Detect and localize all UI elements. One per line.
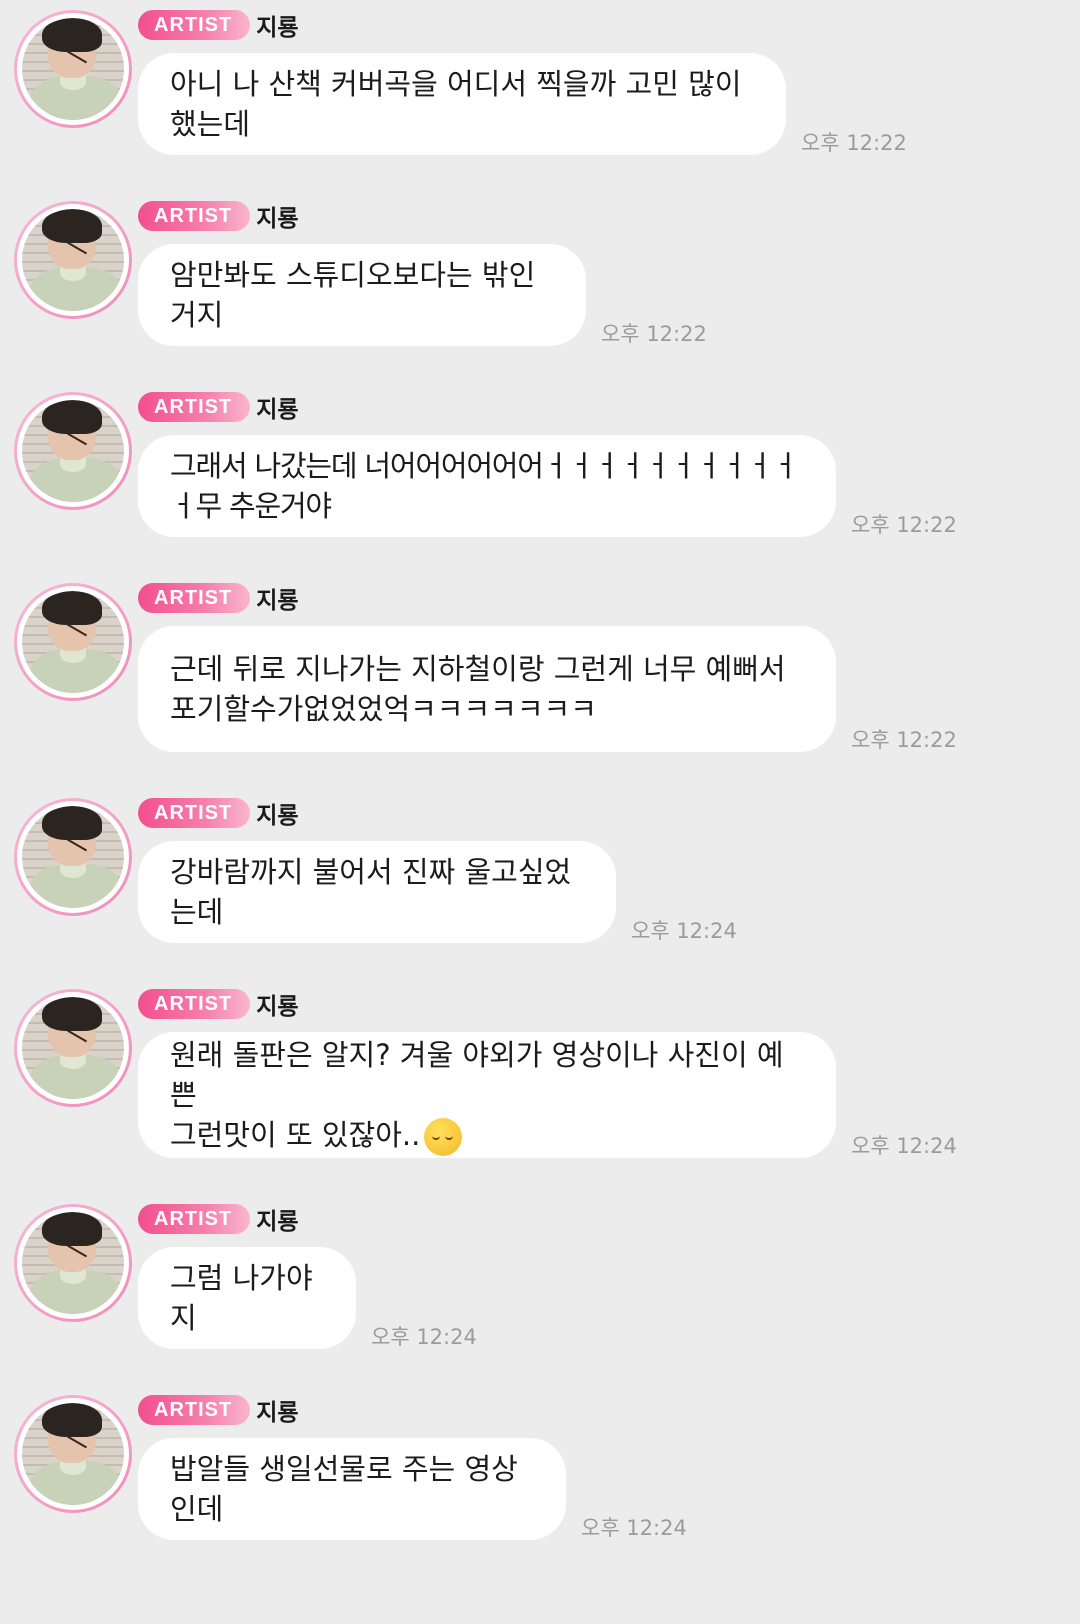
message-time: 오후 12:24 (581, 1516, 687, 1540)
artist-badge: ARTIST (138, 201, 251, 231)
message-time: 오후 12:22 (801, 131, 907, 155)
message-text: 암만봐도 스튜디오보다는 밖인거지 (170, 258, 536, 332)
artist-avatar[interactable] (14, 798, 132, 916)
message-bubble[interactable]: 밥알들 생일선물로 주는 영상인데 (138, 1438, 566, 1540)
sender-name: 지룡 (256, 397, 299, 423)
message-item: ARTIST 지룡 근데 뒤로 지나가는 지하철이랑 그런게 너무 예뻐서 포기… (0, 573, 1080, 788)
message-time: 오후 12:22 (851, 513, 957, 537)
message-bubble[interactable]: 아니 나 산책 커버곡을 어디서 찍을까 고민 많이했는데 (138, 53, 786, 155)
message-time: 오후 12:24 (371, 1325, 477, 1349)
message-item: ARTIST 지룡 아니 나 산책 커버곡을 어디서 찍을까 고민 많이했는데 … (0, 0, 1080, 191)
artist-badge: ARTIST (138, 10, 251, 40)
artist-avatar[interactable] (14, 392, 132, 510)
message-item: ARTIST 지룡 밥알들 생일선물로 주는 영상인데 오후 12:24 (0, 1385, 1080, 1576)
message-item: ARTIST 지룡 그래서 나갔는데 너어어어어어어ㅓㅓㅓㅓㅓㅓㅓㅓㅓㅓㅓ무 추… (0, 382, 1080, 573)
artist-avatar[interactable] (14, 1204, 132, 1322)
artist-badge: ARTIST (138, 989, 251, 1019)
artist-avatar[interactable] (14, 583, 132, 701)
chat-thread: ARTIST 지룡 아니 나 산책 커버곡을 어디서 찍을까 고민 많이했는데 … (0, 0, 1080, 1624)
sender-meta: ARTIST 지룡 (138, 581, 299, 615)
sender-name: 지룡 (256, 1400, 299, 1426)
message-item: ARTIST 지룡 원래 돌판은 알지? 겨울 야외가 영상이나 사진이 예쁜 … (0, 979, 1080, 1194)
sender-meta: ARTIST 지룡 (138, 796, 299, 830)
sender-meta: ARTIST 지룡 (138, 1202, 299, 1236)
message-time: 오후 12:22 (851, 728, 957, 752)
artist-badge: ARTIST (138, 798, 251, 828)
sender-meta: ARTIST 지룡 (138, 390, 299, 424)
message-text: 강바람까지 불어서 진짜 울고싶었는데 (170, 855, 572, 929)
sender-meta: ARTIST 지룡 (138, 1393, 299, 1427)
artist-badge: ARTIST (138, 1395, 251, 1425)
artist-avatar[interactable] (14, 1395, 132, 1513)
message-time: 오후 12:22 (601, 322, 707, 346)
message-bubble[interactable]: 강바람까지 불어서 진짜 울고싶었는데 (138, 841, 616, 943)
message-text: 원래 돌판은 알지? 겨울 야외가 영상이나 사진이 예쁜 그런맛이 또 있잖아… (170, 1037, 784, 1152)
message-time: 오후 12:24 (631, 919, 737, 943)
message-bubble[interactable]: 원래 돌판은 알지? 겨울 야외가 영상이나 사진이 예쁜 그런맛이 또 있잖아… (138, 1032, 836, 1158)
sender-name: 지룡 (256, 206, 299, 232)
message-item: ARTIST 지룡 암만봐도 스튜디오보다는 밖인거지 오후 12:22 (0, 191, 1080, 382)
sender-name: 지룡 (256, 15, 299, 41)
message-bubble[interactable]: 근데 뒤로 지나가는 지하철이랑 그런게 너무 예뻐서 포기할수가없었었억ㅋㅋㅋ… (138, 626, 836, 752)
sender-name: 지룡 (256, 1209, 299, 1235)
sender-meta: ARTIST 지룡 (138, 987, 299, 1021)
message-bubble[interactable]: 그럼 나가야지 (138, 1247, 356, 1349)
artist-avatar[interactable] (14, 201, 132, 319)
artist-avatar[interactable] (14, 989, 132, 1107)
message-text: 그럼 나가야지 (170, 1261, 313, 1335)
sender-meta: ARTIST 지룡 (138, 8, 299, 42)
message-text: 아니 나 산책 커버곡을 어디서 찍을까 고민 많이했는데 (170, 67, 742, 141)
artist-badge: ARTIST (138, 1204, 251, 1234)
relieved-face-emoji-icon (424, 1117, 463, 1156)
message-bubble[interactable]: 암만봐도 스튜디오보다는 밖인거지 (138, 244, 586, 346)
message-text: 근데 뒤로 지나가는 지하철이랑 그런게 너무 예뻐서 포기할수가없었었억ㅋㅋㅋ… (170, 652, 786, 726)
message-text: 밥알들 생일선물로 주는 영상인데 (170, 1452, 518, 1526)
sender-name: 지룡 (256, 994, 299, 1020)
message-item: ARTIST 지룡 그럼 나가야지 오후 12:24 (0, 1194, 1080, 1385)
message-text-wrap: 원래 돌판은 알지? 겨울 야외가 영상이나 사진이 예쁜 그런맛이 또 있잖아… (170, 1035, 804, 1156)
message-text: 그래서 나갔는데 너어어어어어어ㅓㅓㅓㅓㅓㅓㅓㅓㅓㅓㅓ무 추운거야 (170, 449, 799, 523)
artist-avatar[interactable] (14, 10, 132, 128)
sender-name: 지룡 (256, 803, 299, 829)
message-time: 오후 12:24 (851, 1134, 957, 1158)
artist-badge: ARTIST (138, 583, 251, 613)
message-item: ARTIST 지룡 강바람까지 불어서 진짜 울고싶었는데 오후 12:24 (0, 788, 1080, 979)
message-bubble[interactable]: 그래서 나갔는데 너어어어어어어ㅓㅓㅓㅓㅓㅓㅓㅓㅓㅓㅓ무 추운거야 (138, 435, 836, 537)
sender-meta: ARTIST 지룡 (138, 199, 299, 233)
artist-badge: ARTIST (138, 392, 251, 422)
sender-name: 지룡 (256, 588, 299, 614)
